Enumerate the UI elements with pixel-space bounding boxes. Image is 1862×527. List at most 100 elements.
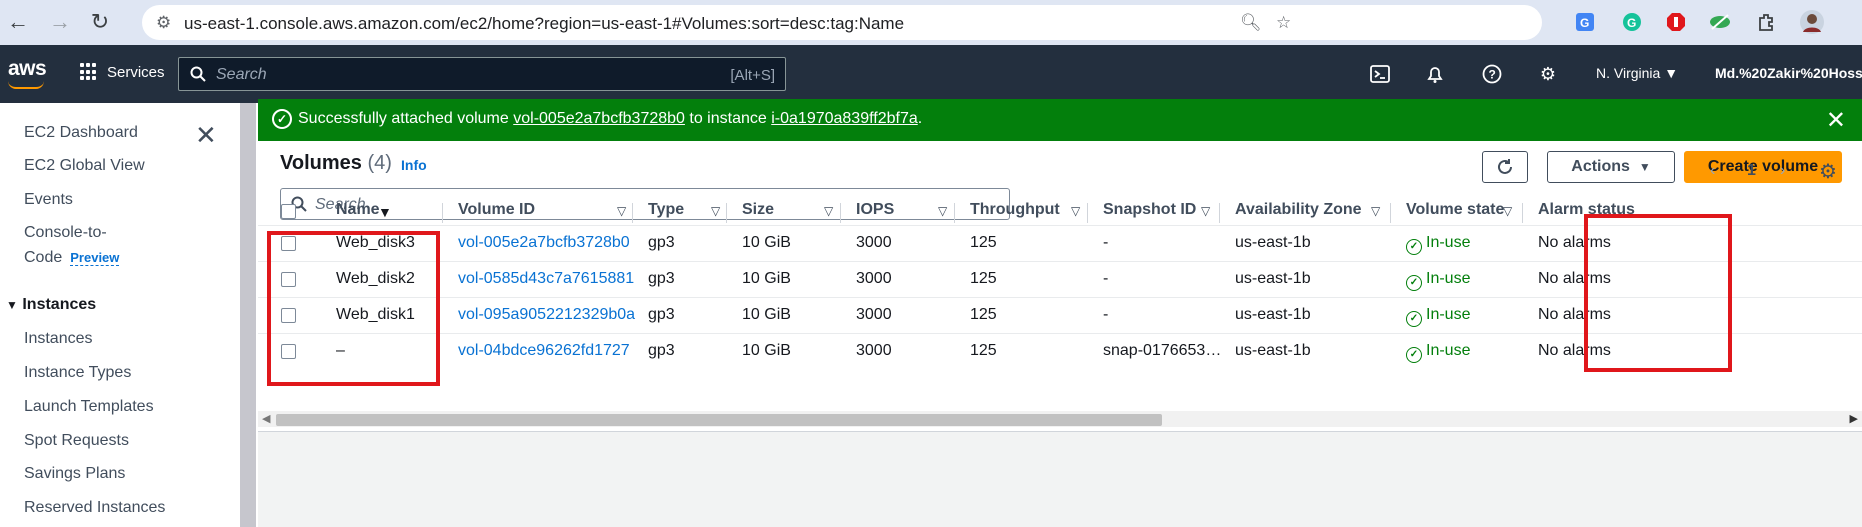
column-header-volume-id[interactable]: Volume ID <box>458 201 535 219</box>
column-header-volume-state[interactable]: Volume state <box>1406 201 1504 219</box>
flash-middle: to instance <box>689 110 767 127</box>
zoom-icon[interactable]: 🔍︎ <box>1240 13 1262 33</box>
previous-page-icon[interactable]: ‹ <box>1710 162 1715 180</box>
sidebar-item-launch-templates[interactable]: Launch Templates <box>24 398 154 416</box>
search-shortcut-hint: [Alt+S] <box>730 67 775 84</box>
forward-icon[interactable]: → <box>48 9 72 34</box>
cell-iops: 3000 <box>856 234 892 251</box>
region-selector[interactable]: N. Virginia ▼ <box>1596 65 1678 81</box>
sidebar-item-events[interactable]: Events <box>24 191 73 209</box>
cell-volume-id-link[interactable]: vol-04bdce96262fd1727 <box>458 342 630 360</box>
sidebar-item-spot-requests[interactable]: Spot Requests <box>24 432 129 450</box>
cell-iops: 3000 <box>856 270 892 287</box>
sort-icon[interactable]: ▽ <box>1503 204 1512 218</box>
refresh-button[interactable] <box>1482 151 1528 183</box>
column-divider <box>442 203 443 223</box>
sidebar-scrollbar[interactable] <box>240 103 256 527</box>
sort-icon[interactable]: ▽ <box>1071 204 1080 218</box>
column-header-availability-zone[interactable]: Availability Zone <box>1235 201 1362 219</box>
column-header-snapshot-id[interactable]: Snapshot ID <box>1103 201 1196 219</box>
column-header-type[interactable]: Type <box>648 201 684 219</box>
actions-button[interactable]: Actions ▼ <box>1547 151 1675 183</box>
sidebar-item-console-to-code[interactable]: Console-to- <box>24 224 107 242</box>
adblock-extension-icon[interactable] <box>1664 10 1688 34</box>
scroll-right-icon[interactable]: ▶ <box>1850 412 1858 425</box>
bookmark-star-icon[interactable]: ☆ <box>1276 13 1291 33</box>
console-search-input[interactable]: Search [Alt+S] <box>178 57 786 91</box>
cell-type: gp3 <box>648 234 675 251</box>
profile-avatar[interactable] <box>1800 10 1824 34</box>
sort-icon[interactable]: ▽ <box>824 204 833 218</box>
sidebar-item-ec2-dashboard[interactable]: EC2 Dashboard <box>24 124 138 142</box>
aws-logo-smile <box>8 81 44 89</box>
cell-size: 10 GiB <box>742 270 791 287</box>
region-label: N. Virginia <box>1596 65 1661 81</box>
flash-instance-link[interactable]: i-0a1970a839ff2bf7a <box>771 110 918 127</box>
sidebar-item-code-label: Code <box>24 249 63 266</box>
reload-icon[interactable]: ↻ <box>88 9 112 34</box>
column-header-iops[interactable]: IOPS <box>856 201 894 219</box>
success-check-icon: ✓ <box>272 109 292 129</box>
search-icon <box>190 66 206 82</box>
refresh-icon <box>1498 159 1512 174</box>
translate-extension-icon[interactable]: G <box>1573 10 1597 34</box>
sort-icon[interactable]: ▽ <box>711 204 720 218</box>
site-settings-icon[interactable]: ⚙ <box>156 13 171 33</box>
sort-icon[interactable]: ▽ <box>1201 204 1210 218</box>
preferences-gear-icon[interactable]: ⚙ <box>1819 159 1837 184</box>
preview-badge[interactable]: Preview <box>70 250 120 266</box>
cell-snapshot-id: - <box>1103 306 1109 323</box>
aws-logo[interactable]: aws <box>8 57 47 81</box>
close-sidebar-icon[interactable]: ✕ <box>195 120 217 151</box>
sort-descending-icon[interactable]: ▼ <box>378 204 392 220</box>
sidebar-item-instances[interactable]: Instances <box>24 330 92 348</box>
close-icon[interactable]: ✕ <box>1826 106 1846 135</box>
sidebar-item-instance-types[interactable]: Instance Types <box>24 364 131 382</box>
select-all-checkbox[interactable] <box>281 204 296 219</box>
sidebar-item-savings-plans[interactable]: Savings Plans <box>24 465 125 483</box>
help-icon[interactable]: ? <box>1481 63 1503 85</box>
eye-extension-icon[interactable] <box>1708 10 1732 34</box>
grammarly-extension-icon[interactable]: G <box>1620 10 1644 34</box>
scroll-left-icon[interactable]: ◀ <box>262 412 270 425</box>
column-divider <box>1390 203 1391 223</box>
horizontal-scrollbar-thumb[interactable] <box>276 414 1162 426</box>
column-header-name[interactable]: Name <box>336 201 380 219</box>
settings-gear-icon[interactable]: ⚙ <box>1537 63 1559 85</box>
next-page-icon[interactable]: › <box>1780 162 1785 180</box>
svg-text:G: G <box>1580 16 1589 30</box>
address-bar[interactable]: ⚙ us-east-1.console.aws.amazon.com/ec2/h… <box>142 5 1542 40</box>
info-link[interactable]: Info <box>401 157 427 173</box>
back-icon[interactable]: ← <box>6 9 30 34</box>
services-menu[interactable]: Services <box>80 63 165 81</box>
cloudshell-icon[interactable] <box>1369 63 1391 85</box>
cell-type: gp3 <box>648 306 675 323</box>
column-header-throughput[interactable]: Throughput <box>970 201 1060 219</box>
cell-availability-zone: us-east-1b <box>1235 342 1311 359</box>
services-grid-icon <box>80 63 98 81</box>
sort-icon[interactable]: ▽ <box>938 204 947 218</box>
sidebar-item-ec2-global-view[interactable]: EC2 Global View <box>24 157 145 175</box>
cell-volume-id-link[interactable]: vol-0585d43c7a7615881 <box>458 270 634 288</box>
current-page[interactable]: 1 <box>1747 162 1756 180</box>
cell-volume-id-link[interactable]: vol-005e2a7bcfb3728b0 <box>458 234 630 252</box>
account-menu[interactable]: Md.%20Zakir%20Hossen <box>1715 65 1862 81</box>
notifications-bell-icon[interactable] <box>1424 63 1446 85</box>
extensions-puzzle-icon[interactable] <box>1754 10 1778 34</box>
sort-icon[interactable]: ▽ <box>617 204 626 218</box>
horizontal-scrollbar[interactable]: ◀ ▶ <box>258 411 1862 427</box>
flash-message: Successfully attached volume vol-005e2a7… <box>298 110 922 128</box>
sidebar-item-reserved-instances[interactable]: Reserved Instances <box>24 499 165 517</box>
cell-availability-zone: us-east-1b <box>1235 306 1311 323</box>
flash-volume-link[interactable]: vol-005e2a7bcfb3728b0 <box>513 110 685 127</box>
services-label: Services <box>107 63 165 81</box>
sort-icon[interactable]: ▽ <box>1371 204 1380 218</box>
sidebar-item-console-to-code-line2[interactable]: Code Preview <box>24 249 120 267</box>
column-header-size[interactable]: Size <box>742 201 774 219</box>
success-check-icon: ✓ <box>1406 239 1422 255</box>
cell-throughput: 125 <box>970 342 997 359</box>
cell-throughput: 125 <box>970 270 997 287</box>
sidebar-section-instances[interactable]: ▼ Instances <box>6 296 96 314</box>
cell-volume-id-link[interactable]: vol-095a9052212329b0a <box>458 306 635 324</box>
cell-snapshot-id: - <box>1103 270 1109 287</box>
